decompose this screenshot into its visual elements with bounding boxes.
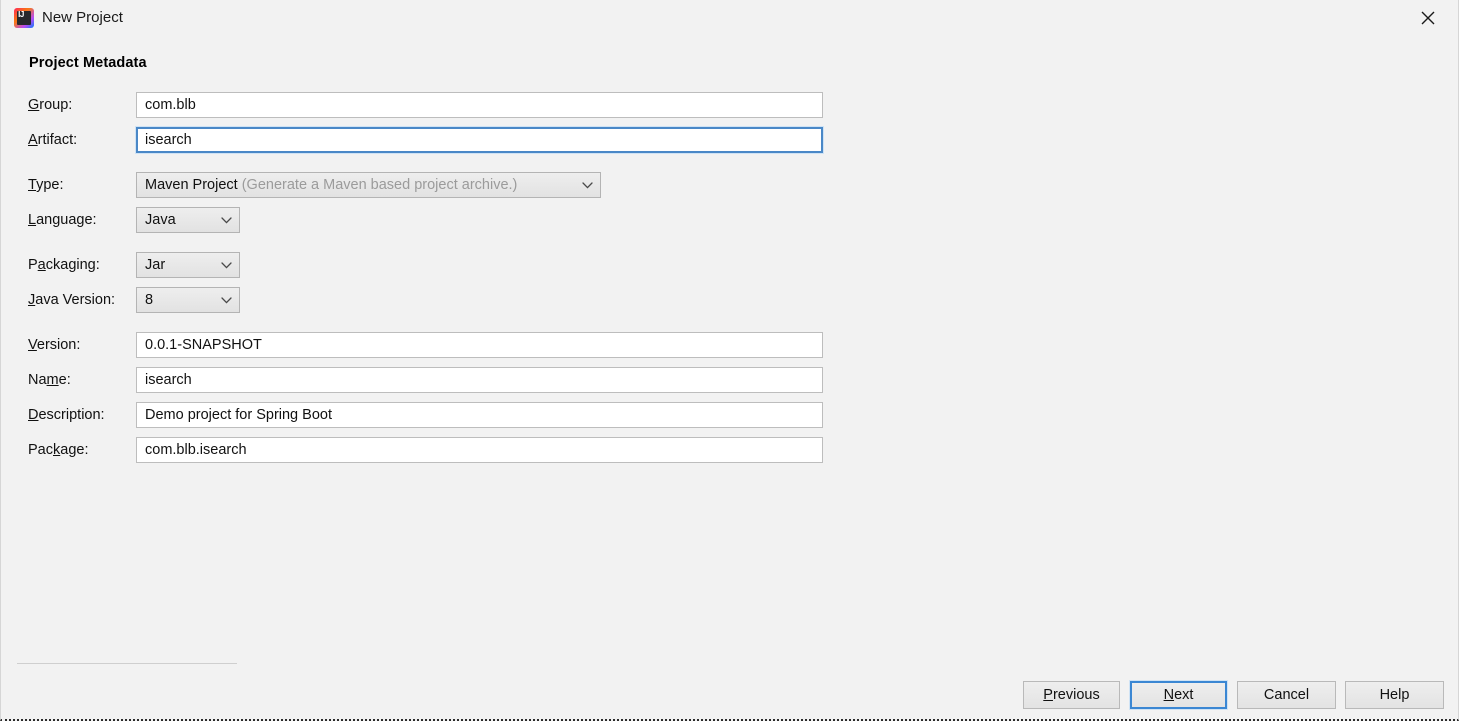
language-dropdown[interactable]: Java [136, 207, 240, 233]
java-version-selected-value: 8 [145, 292, 154, 308]
package-input[interactable]: com.blb.isearch [136, 437, 823, 463]
form-row-language: Language: Java [1, 207, 1458, 233]
form-row-project-name: Name: isearch [1, 367, 1458, 393]
project-name-input[interactable]: isearch [136, 367, 823, 393]
java-version-dropdown[interactable]: 8 [136, 287, 240, 313]
form-row-description: Description: Demo project for Spring Boot [1, 402, 1458, 428]
label-type: Type: [28, 177, 64, 193]
label-package: Package: [28, 442, 89, 458]
title-bar: IJ New Project [1, 0, 1458, 36]
packaging-selected-value: Jar [145, 257, 166, 273]
label-packaging: Packaging: [28, 257, 100, 273]
help-button[interactable]: Help [1345, 681, 1444, 709]
intellij-idea-logo-icon: IJ [14, 8, 34, 28]
close-icon[interactable] [1406, 2, 1450, 34]
form-row-version: Version: 0.0.1-SNAPSHOT [1, 332, 1458, 358]
form-row-packaging: Packaging: Jar [1, 252, 1458, 278]
cancel-button[interactable]: Cancel [1237, 681, 1336, 709]
label-group: Group: [28, 97, 73, 113]
description-input[interactable]: Demo project for Spring Boot [136, 402, 823, 428]
type-dropdown[interactable]: Maven Project (Generate a Maven based pr… [136, 172, 601, 198]
type-selected-value: Maven Project (Generate a Maven based pr… [145, 177, 518, 193]
label-artifact: Artifact: [28, 132, 78, 148]
footer-divider [17, 663, 237, 664]
label-language: Language: [28, 212, 97, 228]
label-project-name: Name: [28, 372, 71, 388]
page-title: Project Metadata [29, 55, 147, 71]
new-project-dialog: IJ New Project Project Metadata Group: co… [0, 0, 1459, 721]
window-title: New Project [42, 9, 123, 26]
packaging-dropdown[interactable]: Jar [136, 252, 240, 278]
chevron-down-icon [221, 262, 232, 269]
chevron-down-icon [221, 297, 232, 304]
chevron-down-icon [582, 182, 593, 189]
label-version: Version: [28, 337, 81, 353]
previous-button[interactable]: Previous [1023, 681, 1120, 709]
group-input[interactable]: com.blb [136, 92, 823, 118]
logo-letters: IJ [18, 10, 24, 19]
next-button[interactable]: Next [1130, 681, 1227, 709]
form-row-java-version: Java Version: 8 [1, 287, 1458, 313]
label-description: Description: [28, 407, 105, 423]
form-row-type: Type: Maven Project (Generate a Maven bas… [1, 172, 1458, 198]
form-row-group: Group: com.blb [1, 92, 1458, 118]
version-input[interactable]: 0.0.1-SNAPSHOT [136, 332, 823, 358]
language-selected-value: Java [145, 212, 176, 228]
artifact-input[interactable]: isearch [136, 127, 823, 153]
chevron-down-icon [221, 217, 232, 224]
label-java-version: Java Version: [28, 292, 116, 308]
form-row-package: Package: com.blb.isearch [1, 437, 1458, 463]
form-row-artifact: Artifact: isearch [1, 127, 1458, 153]
